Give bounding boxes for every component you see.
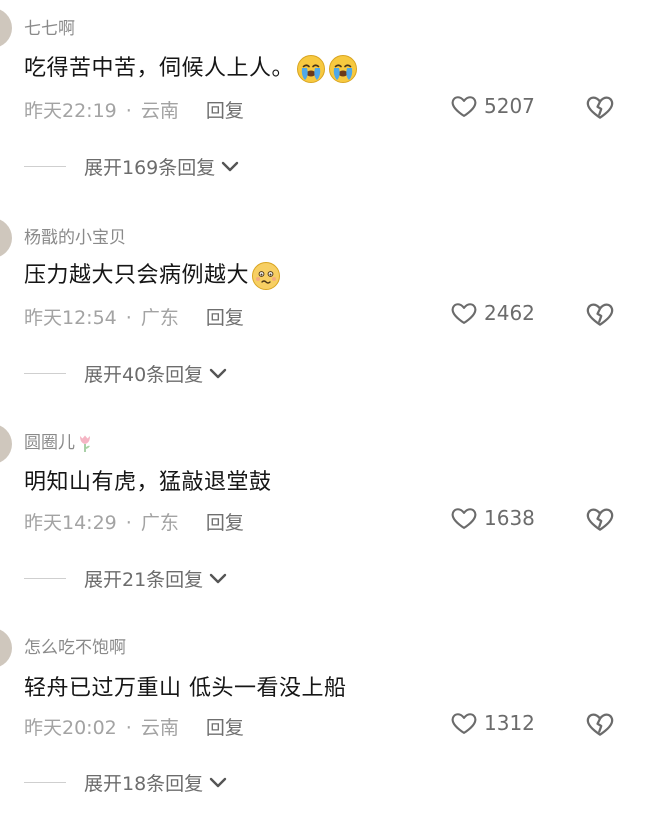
- comment-location: 云南: [140, 100, 179, 122]
- comment-location: 广东: [140, 307, 179, 329]
- reply-button[interactable]: 回复: [206, 717, 244, 739]
- heart-icon: [450, 504, 478, 532]
- comment-time: 昨天22:19: [24, 100, 117, 122]
- comment-time: 昨天12:54: [24, 307, 117, 329]
- like-button[interactable]: 2462: [450, 299, 535, 327]
- like-count: 2462: [484, 301, 535, 325]
- broken-heart-icon[interactable]: [585, 92, 615, 122]
- expand-replies-label: 展开18条回复: [84, 773, 204, 795]
- comment-text: 明知山有虎，猛敲退堂鼓: [24, 464, 272, 496]
- divider-line: [24, 578, 66, 579]
- reply-button[interactable]: 回复: [206, 512, 244, 534]
- separator-dot: ·: [125, 100, 132, 122]
- comment-username[interactable]: 圆圈儿: [24, 428, 93, 453]
- broken-heart-icon[interactable]: [585, 299, 615, 329]
- avatar[interactable]: [0, 628, 12, 668]
- tulip-icon: [77, 433, 93, 453]
- chevron-down-icon: [221, 160, 239, 174]
- chevron-down-icon: [209, 776, 227, 790]
- comment-time: 昨天20:02: [24, 717, 117, 739]
- separator-dot: ·: [125, 307, 132, 329]
- comment-text: 压力越大只会病例越大: [24, 257, 281, 291]
- comment-username[interactable]: 怎么吃不饱啊: [24, 633, 126, 658]
- chevron-down-icon: [209, 572, 227, 586]
- comment-text: 吃得苦中苦，伺候人上人。: [24, 50, 358, 84]
- chevron-down-icon: [209, 367, 227, 381]
- comment-text: 轻舟已过万重山 低头一看没上船: [24, 670, 347, 702]
- anxious-emoji-icon: [251, 261, 281, 291]
- expand-replies-label: 展开21条回复: [84, 569, 204, 591]
- comment-item: 七七啊 吃得苦中苦，伺候人上人。 昨天22:19 · 云南 回复 5207 展开169…: [0, 0, 658, 205]
- heart-icon: [450, 709, 478, 737]
- comment-location: 广东: [140, 512, 179, 534]
- avatar[interactable]: [0, 218, 12, 258]
- divider-line: [24, 782, 66, 783]
- comment-item: 圆圈儿 明知山有虎，猛敲退堂鼓 昨天14:29 · 广东 回复 1638 展开21条回…: [0, 410, 658, 615]
- comment-meta: 昨天12:54 · 广东 回复: [24, 303, 244, 330]
- reply-button[interactable]: 回复: [206, 100, 244, 122]
- comment-item: 怎么吃不饱啊 轻舟已过万重山 低头一看没上船 昨天20:02 · 云南 回复 1312…: [0, 615, 658, 820]
- separator-dot: ·: [125, 512, 132, 534]
- comment-meta: 昨天14:29 · 广东 回复: [24, 508, 244, 535]
- comment-time: 昨天14:29: [24, 512, 117, 534]
- comment-username-text: 圆圈儿: [24, 433, 75, 453]
- avatar[interactable]: [0, 8, 12, 48]
- comment-text-body: 吃得苦中苦，伺候人上人。: [24, 56, 295, 81]
- like-button[interactable]: 1638: [450, 504, 535, 532]
- separator-dot: ·: [125, 717, 132, 739]
- broken-heart-icon[interactable]: [585, 504, 615, 534]
- expand-replies-button[interactable]: 展开21条回复: [24, 565, 227, 592]
- broken-heart-icon[interactable]: [585, 709, 615, 739]
- comment-item: 杨戬的小宝贝 压力越大只会病例越大 昨天12:54 · 广东 回复 2462 展开40…: [0, 205, 658, 410]
- heart-icon: [450, 299, 478, 327]
- divider-line: [24, 373, 66, 374]
- like-count: 1312: [484, 711, 535, 735]
- divider-line: [24, 166, 66, 167]
- cry-emoji-icon: [296, 54, 326, 84]
- expand-replies-button[interactable]: 展开18条回复: [24, 769, 227, 796]
- heart-icon: [450, 92, 478, 120]
- comment-text-body: 轻舟已过万重山 低头一看没上船: [24, 676, 347, 701]
- like-button[interactable]: 1312: [450, 709, 535, 737]
- comment-text-body: 压力越大只会病例越大: [24, 263, 250, 288]
- expand-replies-label: 展开40条回复: [84, 364, 204, 386]
- comment-text-body: 明知山有虎，猛敲退堂鼓: [24, 470, 272, 495]
- expand-replies-label: 展开169条回复: [84, 157, 216, 179]
- like-button[interactable]: 5207: [450, 92, 535, 120]
- comment-location: 云南: [140, 717, 179, 739]
- avatar[interactable]: [0, 424, 12, 464]
- comment-username[interactable]: 杨戬的小宝贝: [24, 223, 126, 248]
- reply-button[interactable]: 回复: [206, 307, 244, 329]
- comment-meta: 昨天22:19 · 云南 回复: [24, 96, 244, 123]
- comment-username[interactable]: 七七啊: [24, 14, 75, 39]
- comment-meta: 昨天20:02 · 云南 回复: [24, 713, 244, 740]
- like-count: 5207: [484, 94, 535, 118]
- expand-replies-button[interactable]: 展开40条回复: [24, 360, 227, 387]
- like-count: 1638: [484, 506, 535, 530]
- cry-emoji-icon: [328, 54, 358, 84]
- expand-replies-button[interactable]: 展开169条回复: [24, 153, 239, 180]
